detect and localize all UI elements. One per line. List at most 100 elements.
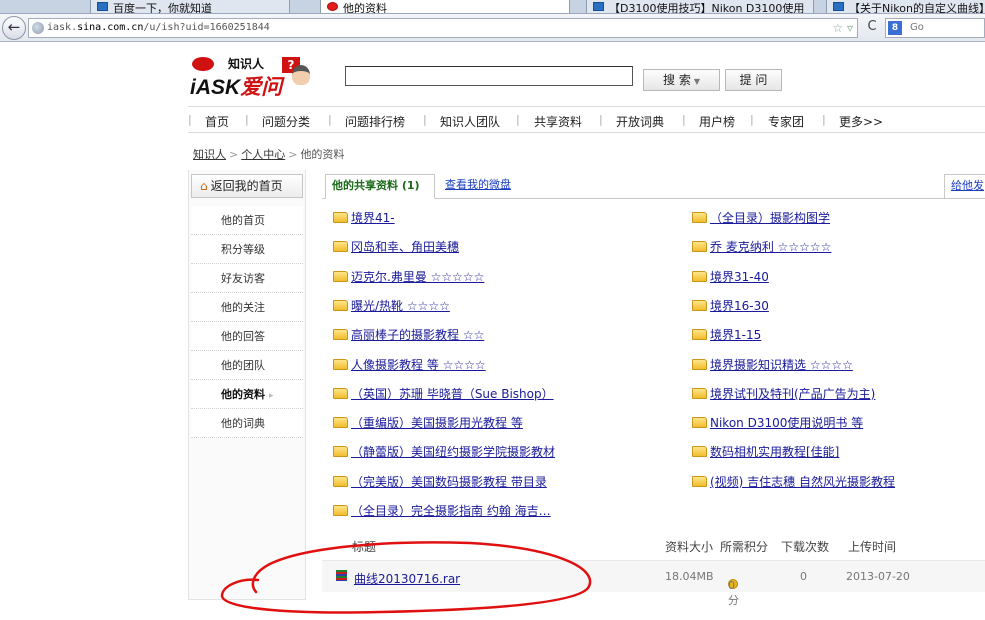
folder-link-left[interactable]: （全目录）完全摄影指南 约翰 海吉… xyxy=(333,502,551,519)
file-date: 2013-07-20 xyxy=(846,570,910,583)
folder-link-left[interactable]: 迈克尔.弗里曼 ☆☆☆☆☆ xyxy=(333,268,484,285)
browser-tab-baidu[interactable]: 百度一下，你就知道 xyxy=(90,0,290,14)
sidebar-item-home[interactable]: 他的首页 xyxy=(191,206,303,235)
nav-item-team[interactable]: 知识人团队 xyxy=(440,113,500,130)
folder-link-left[interactable]: （完美版）美国数码摄影教程 带目录 xyxy=(333,473,547,490)
reload-icon[interactable]: C xyxy=(861,18,883,38)
folder-link-right[interactable]: 境界31-40 xyxy=(692,268,769,285)
folder-link-left[interactable]: 境界41- xyxy=(333,209,395,226)
nav-item-ranking[interactable]: 问题排行榜 xyxy=(345,113,405,130)
sidebar-item-follows[interactable]: 他的关注 xyxy=(191,293,303,322)
dropdown-caret-icon[interactable]: ▼ xyxy=(694,77,700,86)
search-button[interactable]: 搜 索 ▼ xyxy=(643,69,720,91)
sidebar-item-points[interactable]: 积分等级 xyxy=(191,235,303,264)
logo-iask: iASK爱问 xyxy=(190,76,283,99)
nav-separator: | xyxy=(599,113,603,126)
folder-link-left[interactable]: （英国）苏珊 毕晓普（Sue Bishop） xyxy=(333,385,554,402)
breadcrumb-current: 他的资料 xyxy=(300,148,345,161)
col-title: 标题 xyxy=(352,540,377,554)
folder-link-right[interactable]: 数码相机实用教程[佳能] xyxy=(692,443,839,460)
folder-link-right[interactable]: Nikon D3100使用说明书 等 xyxy=(692,414,863,431)
sidebar-item-files[interactable]: 他的资料 ▸ xyxy=(191,380,303,409)
iask-logo[interactable]: 知识人 iASK爱问 ? xyxy=(190,55,325,100)
nav-separator: | xyxy=(516,113,520,126)
folder-link-left[interactable]: 冈岛和幸、角田美穗 xyxy=(333,238,459,255)
nav-item-experts[interactable]: 专家团 xyxy=(768,113,804,130)
breadcrumb: 知识人 > 个人中心 > 他的资料 xyxy=(193,146,344,162)
page-favicon-icon xyxy=(593,2,604,11)
sidebar-item-team[interactable]: 他的团队 xyxy=(191,351,303,380)
browser-tab-d3100[interactable]: 【D3100使用技巧】Nikon D3100使用 xyxy=(586,0,814,13)
bookmark-star-icon[interactable]: ☆ ▿ xyxy=(832,19,853,37)
nav-item-dictionary[interactable]: 开放词典 xyxy=(616,113,664,130)
folder-icon xyxy=(333,270,348,282)
sidebar-item-friends[interactable]: 好友访客 xyxy=(191,264,303,293)
nav-item-more[interactable]: 更多>> xyxy=(839,113,883,130)
back-arrow-icon[interactable]: ← xyxy=(2,16,26,40)
folder-link-right[interactable]: 乔 麦克纳利 ☆☆☆☆☆ xyxy=(692,238,831,255)
folder-link-right[interactable]: 境界16-30 xyxy=(692,297,769,314)
nav-separator: | xyxy=(423,113,427,126)
search-engine-icon[interactable]: 8 xyxy=(888,21,902,35)
file-table-header: 标题 资料大小 所需积分 下载次数 上传时间 xyxy=(322,533,985,559)
folder-icon xyxy=(333,212,348,223)
tab-send-message[interactable]: 给他发 xyxy=(944,174,985,199)
folder-icon xyxy=(692,299,707,311)
folder-link-right[interactable]: 境界摄影知识精选 ☆☆☆☆ xyxy=(692,356,853,373)
sina-favicon-icon xyxy=(327,2,338,11)
browser-tab-nikon[interactable]: 【关于Nikon的自定义曲线】 xyxy=(826,0,985,14)
logo-zhishiren: 知识人 xyxy=(228,57,265,71)
chevron-right-icon: ▸ xyxy=(269,391,274,401)
folder-link-left[interactable]: 人像摄影教程 等 ☆☆☆☆ xyxy=(333,356,486,373)
nav-item-users[interactable]: 用户榜 xyxy=(699,113,735,130)
nav-separator: | xyxy=(188,113,192,126)
folder-link-right[interactable]: 境界1-15 xyxy=(692,326,761,343)
browser-tab-profile[interactable]: 他的资料 xyxy=(320,0,570,14)
breadcrumb-center[interactable]: 个人中心 xyxy=(241,148,285,161)
mascot-icon: ? xyxy=(282,57,312,89)
folder-link-right[interactable]: （全目录）摄影构图学 xyxy=(692,209,830,226)
col-date: 上传时间 xyxy=(848,540,897,554)
file-size: 18.04MB xyxy=(665,570,714,583)
home-icon: ⌂ xyxy=(200,179,208,193)
folder-icon xyxy=(692,475,707,487)
ask-question-button[interactable]: 提 问 xyxy=(725,69,782,91)
address-bar[interactable]: iask.sina.com.cn/u/ish?uid=1660251844 ☆ … xyxy=(28,18,877,38)
file-link[interactable]: 曲线20130716.rar xyxy=(354,570,460,587)
folder-link-left[interactable]: 曝光/热靴 ☆☆☆☆ xyxy=(333,297,450,314)
nav-separator: | xyxy=(245,113,249,126)
folder-link-left[interactable]: （重编版）美国摄影用光教程 等 xyxy=(333,414,523,431)
browser-tab-label: 百度一下，你就知道 xyxy=(113,2,212,14)
sidebar: ⌂ 返回我的首页 他的首页 积分等级 好友访客 他的关注 他的回答 他的团队 他的… xyxy=(188,170,306,600)
url-prefix: iask. xyxy=(47,22,78,33)
back-to-my-home-button[interactable]: ⌂ 返回我的首页 xyxy=(191,174,303,198)
folder-link-left[interactable]: （静蕾版）美国纽约摄影学院摄影教材 xyxy=(333,443,555,460)
folder-icon xyxy=(692,212,707,223)
folder-link-left[interactable]: 高丽棒子的摄影教程 ☆☆ xyxy=(333,326,484,343)
tab-shared-files[interactable]: 他的共享资料 (1) xyxy=(325,174,435,199)
file-downloads: 0 xyxy=(800,570,807,583)
folder-link-right[interactable]: (视频) 吉住志穗 自然风光摄影教程 xyxy=(692,473,895,490)
folder-icon xyxy=(333,329,348,341)
browser-tab-label: 【关于Nikon的自定义曲线】 xyxy=(849,2,985,14)
question-search-input[interactable] xyxy=(345,66,633,86)
tab-my-weipan[interactable]: 查看我的微盘 xyxy=(439,174,517,199)
col-downloads: 下载次数 xyxy=(781,540,830,554)
sidebar-item-answers[interactable]: 他的回答 xyxy=(191,322,303,351)
browser-search-box[interactable]: 8 Go xyxy=(885,18,985,38)
sidebar-list: 他的首页 积分等级 好友访客 他的关注 他的回答 他的团队 他的资料 ▸ 他的词典 xyxy=(191,206,303,438)
folder-link-right[interactable]: 境界试刊及特刊(产品广告为主) xyxy=(692,385,875,402)
folder-icon xyxy=(333,241,348,253)
nav-item-home[interactable]: 首页 xyxy=(205,113,229,130)
nav-item-categories[interactable]: 问题分类 xyxy=(262,113,310,130)
search-placeholder: Go xyxy=(910,22,924,33)
nav-item-shared[interactable]: 共享资料 xyxy=(534,113,582,130)
page-favicon-icon xyxy=(833,2,844,11)
breadcrumb-zhishiren[interactable]: 知识人 xyxy=(193,148,226,161)
col-size: 资料大小 xyxy=(665,540,714,554)
col-points: 所需积分 xyxy=(720,540,769,554)
folder-icon xyxy=(692,417,707,429)
browser-tab-label: 他的资料 xyxy=(343,2,387,14)
sidebar-item-dictionary[interactable]: 他的词典 xyxy=(191,409,303,438)
rar-archive-icon xyxy=(336,570,347,581)
